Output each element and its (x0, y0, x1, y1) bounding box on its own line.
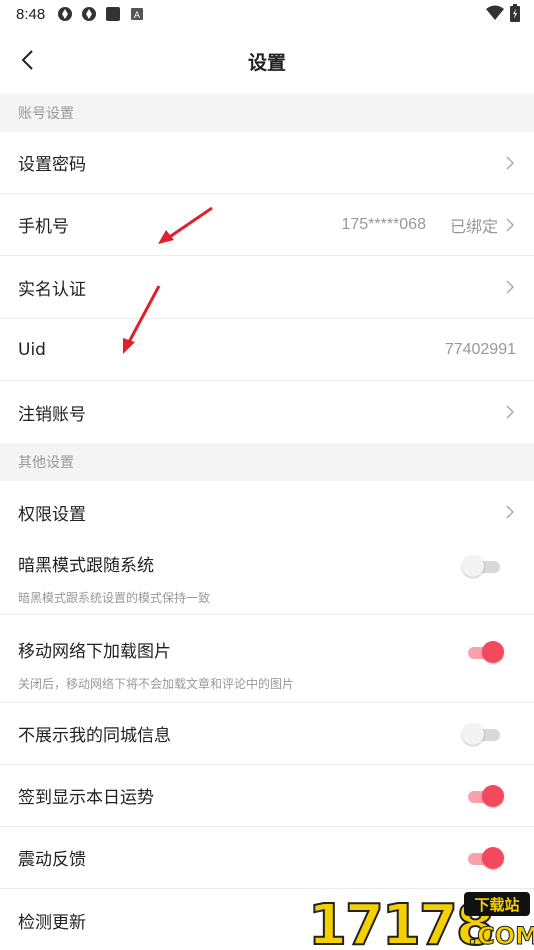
cancel-account-item[interactable]: 注销账号 (0, 381, 534, 443)
page-title: 设置 (247, 51, 286, 74)
chevron-right-icon (506, 505, 516, 519)
phone-item[interactable]: 手机号 175*****068 已绑定 (0, 194, 534, 256)
nav-bar: 设置 (0, 28, 534, 94)
uid-value: 77402991 (444, 340, 516, 358)
aperture-icon (58, 7, 73, 21)
phone-status: 已绑定 (449, 216, 498, 236)
uid-item: Uid 77402991 (0, 319, 534, 381)
svg-text:.COM: .COM (468, 922, 534, 950)
status-time: 8:48 (16, 5, 46, 23)
vibration-label: 震动反馈 (18, 850, 86, 870)
checkin-fortune-toggle[interactable] (466, 784, 504, 807)
dark-mode-item: 暗黑模式跟随系统 暗黑模式跟系统设置的模式保持一致 (0, 529, 534, 615)
phone-label: 手机号 (18, 217, 69, 237)
checkin-fortune-item: 签到显示本日运势 (0, 765, 534, 827)
chevron-left-icon (21, 50, 33, 70)
mobile-images-item: 移动网络下加载图片 关闭后，移动网络下将不会加载文章和评论中的图片 (0, 615, 534, 703)
phone-value: 175*****068 (341, 215, 426, 233)
cancel-account-label: 注销账号 (18, 404, 86, 425)
realname-item[interactable]: 实名认证 (0, 256, 534, 319)
vibration-toggle[interactable] (466, 846, 504, 869)
section-header-account: 账号设置 (0, 94, 534, 132)
section-header-other: 其他设置 (0, 443, 534, 481)
back-button[interactable] (12, 42, 42, 78)
chevron-right-icon (506, 217, 516, 232)
svg-text:下载站: 下载站 (474, 896, 519, 914)
hide-local-toggle[interactable] (462, 722, 504, 745)
watermark-logo: 17178 下载站 .COM (304, 890, 534, 950)
chevron-right-icon (506, 405, 516, 419)
realname-label: 实名认证 (18, 279, 86, 300)
status-bar: 8:48 A (0, 0, 534, 28)
battery-icon (510, 4, 520, 22)
set-password-label: 设置密码 (18, 155, 86, 175)
system-icons (486, 4, 520, 22)
app-a-icon: A (131, 8, 144, 21)
mobile-images-toggle[interactable] (466, 641, 504, 663)
mobile-images-desc: 关闭后，移动网络下将不会加载文章和评论中的图片 (18, 677, 295, 691)
chevron-right-icon (506, 155, 516, 170)
wifi-icon (486, 5, 504, 20)
notification-icons: A (57, 6, 145, 22)
permissions-label: 权限设置 (18, 504, 86, 525)
dark-mode-label: 暗黑模式跟随系统 (18, 556, 154, 576)
dark-mode-toggle[interactable] (462, 555, 504, 577)
aperture-icon (82, 7, 97, 21)
hide-local-label: 不展示我的同城信息 (18, 726, 171, 746)
checkin-fortune-label: 签到显示本日运势 (18, 788, 154, 808)
mobile-images-label: 移动网络下加载图片 (18, 642, 171, 662)
chevron-right-icon (506, 280, 516, 294)
dark-mode-desc: 暗黑模式跟系统设置的模式保持一致 (18, 591, 211, 605)
vibration-item: 震动反馈 (0, 827, 534, 889)
hide-local-item: 不展示我的同城信息 (0, 703, 534, 765)
set-password-item[interactable]: 设置密码 (0, 132, 534, 194)
app-square-icon (106, 7, 121, 21)
svg-text:A: A (134, 11, 141, 21)
uid-label: Uid (18, 339, 46, 360)
